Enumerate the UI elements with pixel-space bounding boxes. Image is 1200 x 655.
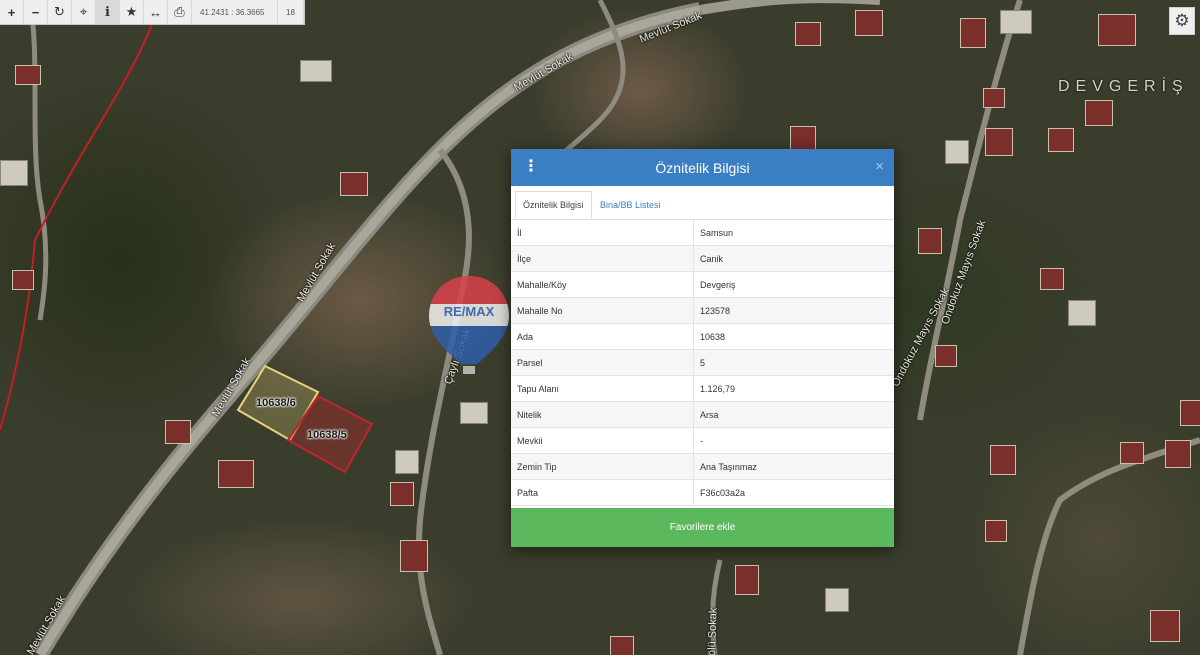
table-row: Mevkii - (511, 427, 894, 454)
dialog-header: ⋮ Öznitelik Bilgisi × (511, 149, 894, 186)
zoom-in-button[interactable]: + (0, 0, 24, 24)
add-to-favorites-button[interactable]: Favorilere ekle (511, 508, 894, 547)
table-row: Zemin Tip Ana Taşınmaz (511, 453, 894, 480)
parcel-label-5[interactable]: 10638/5 (307, 429, 347, 441)
row-value: 5 (693, 349, 894, 376)
row-value: Canik (693, 245, 894, 272)
remax-balloon-logo: RE/MAX (429, 276, 509, 374)
row-key: Tapu Alanı (511, 375, 694, 402)
row-value: 123578 (693, 297, 894, 324)
row-value: 1.126,79 (693, 375, 894, 402)
locate-icon[interactable]: ⌖ (72, 0, 96, 24)
road-label: ölü Sokak (706, 607, 720, 655)
tab-building-list[interactable]: Bina/BB Listesi (593, 191, 668, 219)
row-key: Nitelik (511, 401, 694, 428)
row-value: - (693, 427, 894, 454)
dialog-title: Öznitelik Bilgisi (655, 159, 750, 176)
close-icon[interactable]: × (875, 159, 884, 174)
print-icon[interactable]: ⎙ (168, 0, 192, 24)
row-value: Samsun (693, 220, 894, 246)
row-key: İlçe (511, 245, 694, 272)
attribute-info-dialog: ⋮ Öznitelik Bilgisi × Öznitelik Bilgisi … (511, 149, 894, 547)
row-value: 10638 (693, 323, 894, 350)
balloon-text: RE/MAX (444, 304, 495, 319)
parcel-label-6[interactable]: 10638/6 (256, 397, 296, 409)
zoom-out-button[interactable]: − (24, 0, 48, 24)
table-row: Tapu Alanı 1.126,79 (511, 375, 894, 402)
row-key: Ada (511, 323, 694, 350)
measure-icon[interactable]: ↔ (144, 0, 168, 24)
row-key: Pafta (511, 479, 694, 506)
district-label: DEVGERİŞ (1058, 78, 1189, 95)
gear-icon: ⚙ (1174, 11, 1190, 30)
star-icon[interactable]: ★ (120, 0, 144, 24)
table-row: Parsel 5 (511, 349, 894, 376)
table-row: Mahalle/Köy Devgeriş (511, 271, 894, 298)
table-row: Ada 10638 (511, 323, 894, 350)
row-key: Mahalle/Köy (511, 271, 694, 298)
refresh-icon[interactable]: ↻ (48, 0, 72, 24)
map-toolbar: + − ↻ ⌖ i ★ ↔ ⎙ 41.2431 : 36.3665 18 (0, 0, 305, 25)
zoom-level-readout: 18 (278, 0, 304, 24)
table-row: İlçe Canik (511, 245, 894, 272)
info-icon[interactable]: i (96, 0, 120, 24)
settings-button[interactable]: ⚙ (1169, 7, 1195, 35)
table-row: İl Samsun (511, 220, 894, 246)
table-row: Mahalle No 123578 (511, 297, 894, 324)
table-row: Nitelik Arsa (511, 401, 894, 428)
coordinate-readout: 41.2431 : 36.3665 (192, 0, 278, 24)
row-value: F36c03a2a (693, 479, 894, 506)
row-key: İl (511, 220, 694, 246)
row-key: Mevkii (511, 427, 694, 454)
row-value: Arsa (693, 401, 894, 428)
attribute-table: İl Samsun İlçe Canik Mahalle/Köy Devgeriş M… (511, 220, 894, 506)
dialog-tabs: Öznitelik Bilgisi Bina/BB Listesi (511, 186, 894, 220)
table-row: Pafta F36c03a2a (511, 479, 894, 506)
row-value: Ana Taşınmaz (693, 453, 894, 480)
kebab-menu-icon[interactable]: ⋮ (523, 159, 539, 175)
row-key: Zemin Tip (511, 453, 694, 480)
row-key: Mahalle No (511, 297, 694, 324)
row-value: Devgeriş (693, 271, 894, 298)
row-key: Parsel (511, 349, 694, 376)
tab-attribute-info[interactable]: Öznitelik Bilgisi (515, 191, 592, 219)
